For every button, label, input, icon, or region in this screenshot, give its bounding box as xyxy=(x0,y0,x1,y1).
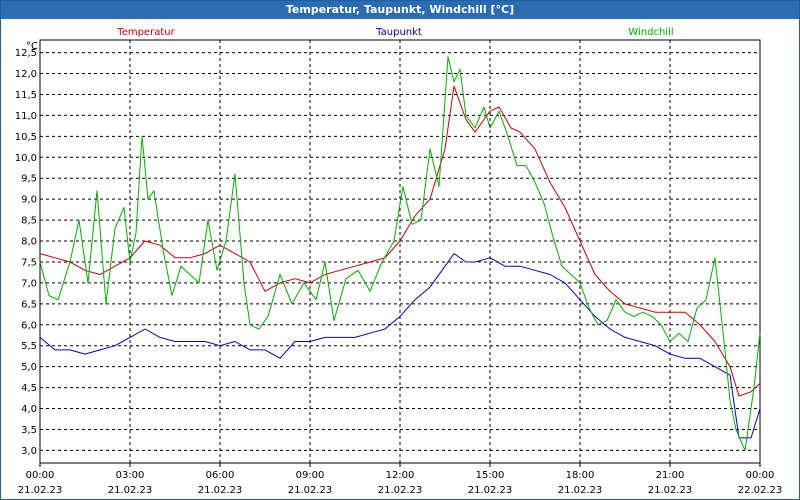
y-tick-label: 10,0 xyxy=(15,153,37,164)
y-tick-label: 3,5 xyxy=(21,425,37,436)
y-tick-label: 9,5 xyxy=(21,174,37,185)
y-tick-label: 10,5 xyxy=(15,132,37,143)
y-tick-label: 11,5 xyxy=(15,90,37,101)
y-tick-label: 6,0 xyxy=(21,320,37,331)
x-tick-date: 21.02.23 xyxy=(648,485,693,496)
x-tick-time: 00:00 xyxy=(746,470,775,481)
legend-label-taupunkt: Taupunkt xyxy=(375,27,422,38)
chart-canvas: 3,0 3,5 4,0 4,5 5,0 5,5 6,0 6,5 7,0 7,5 8,0 8,5 9,0 9… xyxy=(15,27,783,496)
y-tick-label: 8,0 xyxy=(21,237,37,248)
x-tick-time: 15:00 xyxy=(476,470,505,481)
y-tick-label: 5,5 xyxy=(21,341,37,352)
x-tick-date: 21.02.23 xyxy=(288,485,333,496)
x-tick-date: 21.02.23 xyxy=(468,485,513,496)
x-tick-date: 21.02.23 xyxy=(198,485,243,496)
x-tick-time: 09:00 xyxy=(296,470,325,481)
x-tick-time: 00:00 xyxy=(26,470,55,481)
x-tick-date: 21.02.23 xyxy=(108,485,153,496)
x-tick-time: 21:00 xyxy=(656,470,685,481)
y-tick-label: 12,0 xyxy=(15,69,37,80)
x-tick-date: 22.02.23 xyxy=(738,485,783,496)
x-tick-date: 21.02.23 xyxy=(378,485,423,496)
y-tick-label: 4,0 xyxy=(21,404,37,415)
y-tick-label: 8,5 xyxy=(21,216,37,227)
y-tick-label: 4,5 xyxy=(21,383,37,394)
legend-label-temperatur: Temperatur xyxy=(116,27,175,38)
x-tick-time: 03:00 xyxy=(116,470,145,481)
y-tick-label: 5,0 xyxy=(21,362,37,373)
y-tick-label: 6,5 xyxy=(21,299,37,310)
x-tick-date: 21.02.23 xyxy=(558,485,603,496)
x-tick-date: 21.02.23 xyxy=(18,485,63,496)
y-tick-label: 9,0 xyxy=(21,195,37,206)
legend-label-windchill: Windchill xyxy=(628,27,673,38)
x-tick-time: 18:00 xyxy=(566,470,595,481)
x-tick-time: 12:00 xyxy=(386,470,415,481)
y-tick-label: 7,5 xyxy=(21,257,37,268)
y-tick-label: 11,0 xyxy=(15,111,37,122)
y-tick-label: 3,0 xyxy=(21,446,37,457)
y-axis-unit: °C xyxy=(26,41,38,52)
x-tick-time: 06:00 xyxy=(206,470,235,481)
chart-window: Temperatur, Taupunkt, Windchill [°C] 3,0… xyxy=(0,0,800,500)
y-tick-label: 7,0 xyxy=(21,278,37,289)
